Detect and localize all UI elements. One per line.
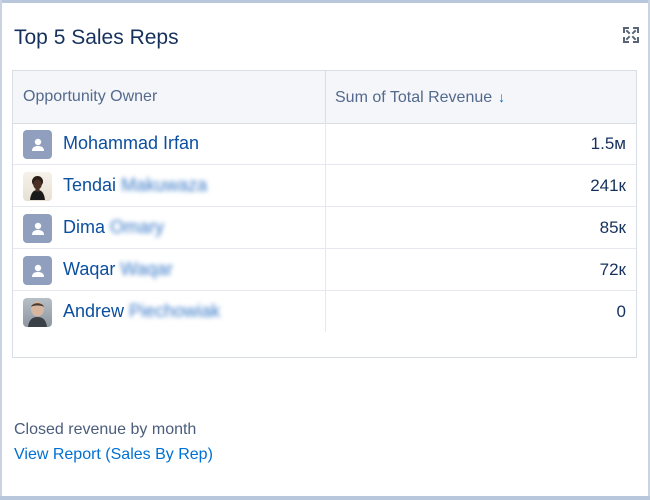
expand-icon[interactable]	[622, 26, 640, 44]
owner-link[interactable]: Andrew Piechowiak	[63, 291, 220, 332]
avatar-photo	[23, 298, 52, 327]
user-icon	[31, 264, 44, 277]
owner-link[interactable]: Waqar Waqar	[63, 249, 173, 290]
user-icon	[31, 222, 44, 235]
sort-desc-icon[interactable]: ↓	[498, 71, 505, 123]
table-row: Tendai Makuwaza 241к	[13, 165, 636, 207]
left-border	[0, 0, 2, 500]
avatar-user-icon	[23, 130, 52, 159]
person-photo-icon	[28, 301, 47, 327]
sales-reps-table: Opportunity Owner Sum of Total Revenue ↓ …	[12, 70, 637, 358]
avatar-user-icon	[23, 256, 52, 285]
revenue-value: 72к	[599, 260, 626, 279]
owner-first-name: Mohammad Irfan	[63, 133, 200, 153]
table-row: Waqar Waqar 72к	[13, 249, 636, 291]
owner-first-name: Andrew	[63, 301, 125, 321]
owner-last-name-blurred: Piechowiak	[129, 301, 221, 321]
widget-subtitle: Closed revenue by month	[14, 421, 197, 438]
revenue-value: 241к	[590, 176, 626, 195]
column-divider	[325, 71, 326, 123]
view-report-link[interactable]: View Report (Sales By Rep)	[14, 446, 213, 464]
column-divider	[325, 249, 326, 290]
column-divider	[325, 123, 326, 164]
owner-first-name: Dima	[63, 217, 106, 237]
table-row: Andrew Piechowiak 0	[13, 291, 636, 332]
column-divider	[325, 291, 326, 332]
avatar-photo	[23, 172, 52, 201]
revenue-value: 85к	[599, 218, 626, 237]
revenue-value: 0	[616, 302, 626, 321]
revenue-value: 1.5м	[590, 134, 626, 153]
widget-title: Top 5 Sales Reps	[14, 26, 179, 49]
owner-last-name-blurred: Makuwaza	[121, 175, 208, 195]
owner-first-name: Tendai	[63, 175, 117, 195]
table-row: Mohammad Irfan 1.5м	[13, 123, 636, 165]
owner-link[interactable]: Mohammad Irfan	[63, 123, 199, 164]
owner-link[interactable]: Dima Omary	[63, 207, 164, 248]
person-photo-icon	[30, 176, 45, 200]
owner-link[interactable]: Tendai Makuwaza	[63, 165, 207, 206]
column-header-revenue[interactable]: Sum of Total Revenue ↓	[335, 71, 505, 123]
user-icon	[31, 138, 44, 151]
expand-icon-svg	[623, 27, 639, 43]
owner-first-name: Waqar	[63, 259, 116, 279]
table-row: Dima Omary 85к	[13, 207, 636, 249]
column-divider	[325, 165, 326, 206]
avatar-user-icon	[23, 214, 52, 243]
column-divider	[325, 207, 326, 248]
column-header-owner[interactable]: Opportunity Owner	[23, 71, 157, 123]
column-header-revenue-label: Sum of Total Revenue	[335, 89, 493, 106]
table-body: Mohammad Irfan 1.5м Tendai Makuwaza 241к	[13, 123, 636, 332]
top-border	[0, 0, 650, 3]
owner-last-name-blurred: Omary	[110, 217, 165, 237]
owner-last-name-blurred: Waqar	[120, 259, 173, 279]
table-header: Opportunity Owner Sum of Total Revenue ↓	[13, 71, 636, 124]
bottom-border	[0, 496, 650, 500]
